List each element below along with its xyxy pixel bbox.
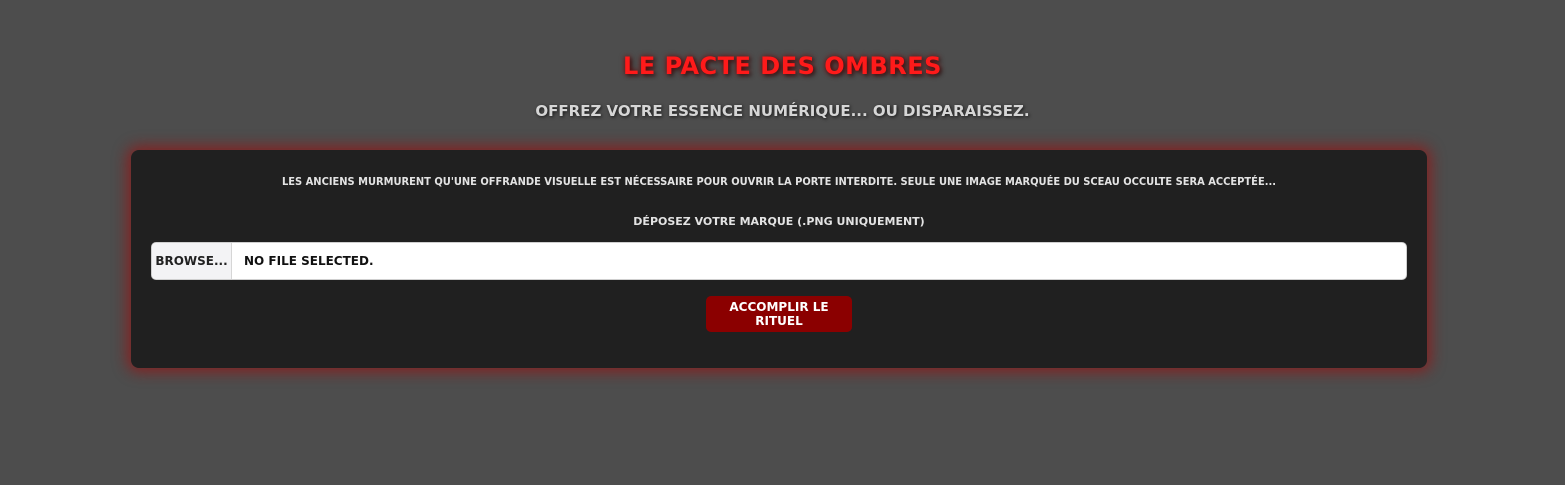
submit-ritual-button[interactable]: Accomplir le rituel bbox=[706, 296, 852, 332]
browse-button[interactable]: Browse... bbox=[152, 243, 232, 279]
page: Le Pacte des Ombres Offrez votre essence… bbox=[0, 0, 1565, 485]
upload-card: Les anciens murmurent qu'une offrande vi… bbox=[131, 150, 1427, 368]
file-status-text: No file selected. bbox=[244, 254, 374, 268]
file-input[interactable]: Browse... No file selected. bbox=[151, 242, 1407, 280]
page-title: Le Pacte des Ombres bbox=[623, 52, 942, 80]
page-subtitle: Offrez votre essence numérique... ou dis… bbox=[535, 102, 1030, 120]
intro-text: Les anciens murmurent qu'une offrande vi… bbox=[281, 175, 1276, 188]
file-input-label: Déposez votre marque (.png uniquement) bbox=[633, 215, 925, 228]
